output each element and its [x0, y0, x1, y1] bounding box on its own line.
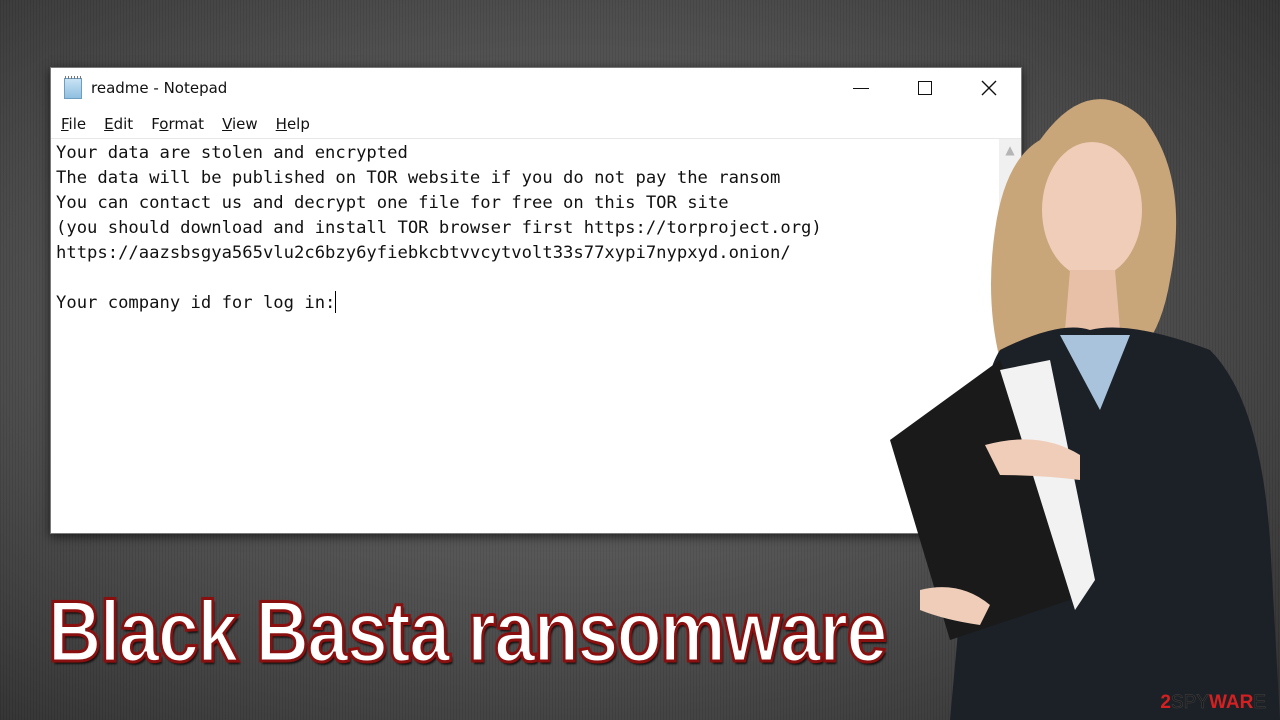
text-line-empty — [56, 266, 996, 291]
menu-file[interactable]: File — [51, 112, 95, 136]
menu-help-mnemonic: H — [275, 115, 287, 133]
menu-bar: File Edit Format View Help — [51, 112, 1021, 136]
businesswoman-photo — [890, 99, 1280, 720]
headline-title: Black Basta ransomware — [47, 583, 889, 682]
menu-format-label: rmat — [168, 115, 205, 133]
text-line: https://aazsbsgya565vlu2c6bzy6yfiebkcbtv… — [56, 243, 791, 263]
watermark-prefix: 2 — [1160, 692, 1171, 713]
text-line: You can contact us and decrypt one file … — [56, 193, 729, 213]
notepad-icon — [64, 76, 82, 99]
menu-edit-mnemonic: E — [104, 115, 114, 133]
menu-edit-label: dit — [113, 115, 134, 133]
face — [1042, 142, 1142, 278]
menu-file-label: ile — [68, 115, 87, 133]
menu-view[interactable]: View — [213, 112, 267, 136]
watermark-suffix: WAR — [1208, 692, 1254, 713]
menu-edit[interactable]: Edit — [95, 112, 142, 136]
menu-help[interactable]: Help — [267, 112, 319, 136]
menu-help-label: elp — [286, 115, 310, 133]
menu-format[interactable]: Format — [142, 112, 213, 136]
menu-view-mnemonic: V — [222, 115, 232, 133]
notepad-window[interactable]: readme - Notepad File Edit Format View H… — [50, 67, 1022, 534]
text-line: The data will be published on TOR websit… — [56, 168, 781, 188]
watermark-tail: E — [1253, 692, 1266, 714]
neck — [1065, 270, 1120, 330]
menu-file-mnemonic: F — [61, 115, 69, 133]
menu-view-label: iew — [232, 115, 258, 133]
text-line-with-caret: Your company id for log in: — [56, 291, 996, 316]
text-caret — [335, 291, 337, 313]
minimize-icon — [853, 87, 869, 89]
text-line: (you should download and install TOR bro… — [56, 218, 822, 238]
title-bar[interactable]: readme - Notepad — [51, 68, 1021, 108]
text-editor[interactable]: Your data are stolen and encrypted The da… — [51, 138, 1021, 533]
window-title: readme - Notepad — [91, 79, 228, 97]
watermark-logo: 2SPYWARE — [1160, 692, 1266, 714]
text-line: Your data are stolen and encrypted — [56, 143, 408, 163]
watermark-middle: SPY — [1170, 692, 1210, 714]
document-text[interactable]: Your data are stolen and encrypted The da… — [56, 141, 996, 533]
minimize-button[interactable] — [829, 68, 893, 108]
text-line: Your company id for log in: — [56, 293, 336, 313]
